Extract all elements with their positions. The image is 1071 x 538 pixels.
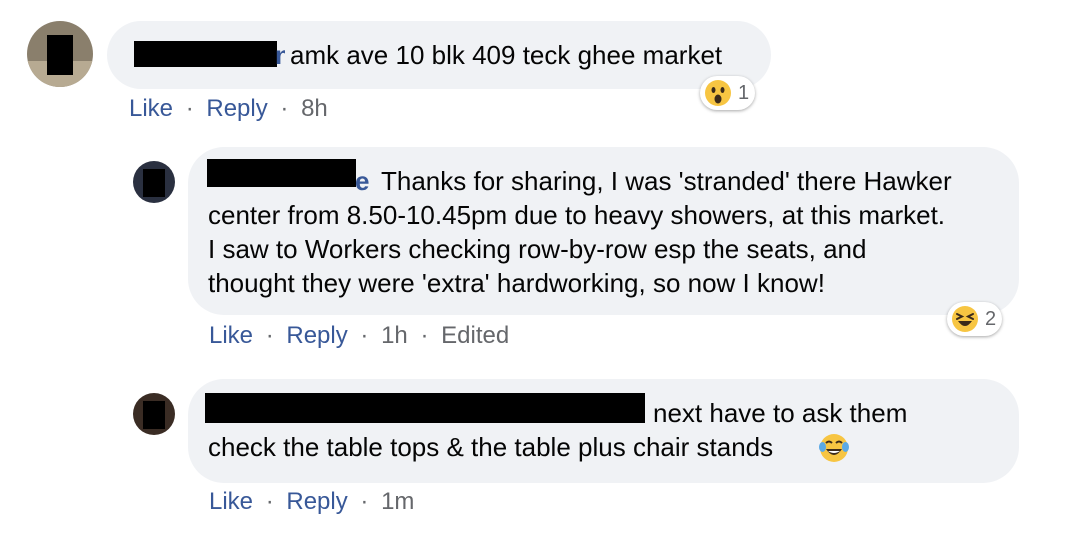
comment-actions: Like · Reply · 8h [129, 94, 328, 124]
separator: · [265, 322, 274, 349]
wow-face-icon [705, 80, 731, 106]
reply-link[interactable]: Reply [206, 95, 267, 122]
comment-text-line: next have to ask them [653, 398, 908, 428]
comment-text-line: Thanks for sharing, I was 'stranded' the… [381, 166, 952, 196]
reply-link[interactable]: Reply [286, 488, 347, 515]
like-link[interactable]: Like [129, 95, 173, 122]
timestamp[interactable]: 1m [381, 488, 414, 515]
laughing-squint-face-icon [952, 306, 978, 332]
replier-avatar[interactable] [133, 393, 175, 435]
reaction-badge[interactable]: 1 [700, 76, 756, 110]
replier-avatar[interactable] [133, 161, 175, 203]
separator: · [265, 488, 274, 515]
timestamp[interactable]: 8h [301, 95, 328, 122]
reaction-count: 1 [738, 81, 750, 104]
comment-actions: Like · Reply · 1m [209, 487, 414, 517]
redacted-name [205, 393, 645, 423]
redacted-name [207, 159, 356, 187]
comment-text-line: thought they were 'extra' hardworking, s… [208, 268, 825, 298]
comment-text-line: I saw to Workers checking row-by-row esp… [208, 234, 867, 264]
tears-of-joy-emoji [819, 434, 849, 462]
redacted-name-tail: n [275, 40, 285, 70]
separator: · [360, 488, 369, 515]
separator: · [360, 322, 369, 349]
separator: · [280, 95, 289, 122]
like-link[interactable]: Like [209, 322, 253, 349]
comment-bubble: next have to ask them check the table to… [188, 379, 1019, 483]
timestamp[interactable]: 1h [381, 322, 408, 349]
avatar-redaction [47, 35, 73, 75]
comment-actions: Like · Reply · 1h · Edited [209, 321, 509, 351]
comment-bubble: n amk ave 10 blk 409 teck ghee market [107, 21, 771, 89]
separator: · [420, 322, 429, 349]
commenter-avatar[interactable] [27, 21, 93, 87]
comment-bubble: e Thanks for sharing, I was 'stranded' t… [188, 147, 1019, 315]
comment-text: amk ave 10 blk 409 teck ghee market [290, 40, 723, 70]
avatar-redaction [143, 401, 165, 429]
comment-text-line: center from 8.50-10.45pm due to heavy sh… [208, 200, 946, 230]
separator: · [185, 95, 194, 122]
avatar-redaction [143, 169, 165, 197]
redacted-name [134, 41, 277, 67]
reaction-badge[interactable]: 2 [947, 302, 1003, 336]
comment-text-line: check the table tops & the table plus ch… [208, 432, 774, 462]
edited-label[interactable]: Edited [441, 322, 509, 349]
reply-link[interactable]: Reply [286, 322, 347, 349]
like-link[interactable]: Like [209, 488, 253, 515]
redacted-name-tail: e [355, 166, 370, 196]
reaction-count: 2 [985, 307, 997, 330]
